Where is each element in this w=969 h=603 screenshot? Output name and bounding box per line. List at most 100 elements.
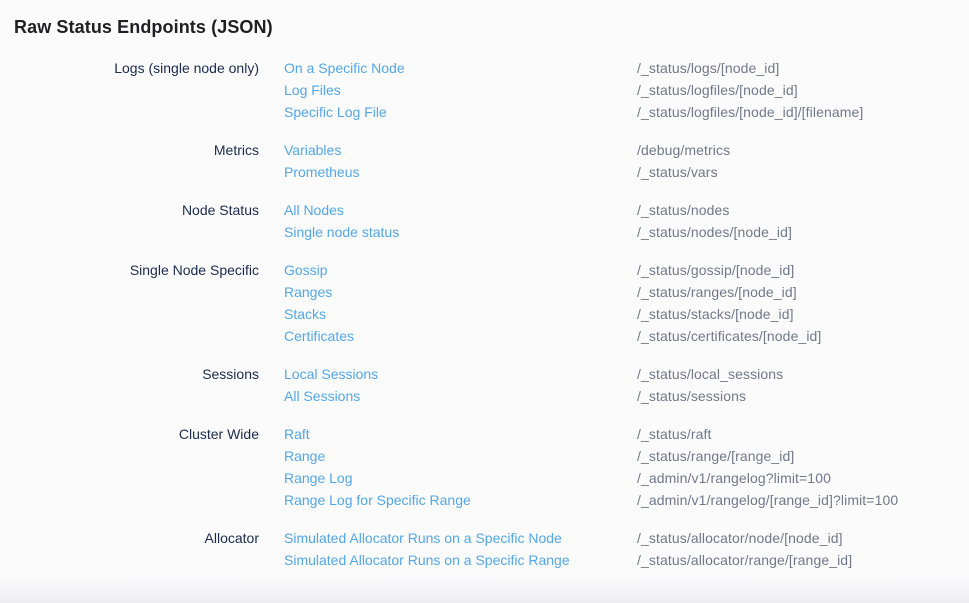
endpoint-row: Stacks /_status/stacks/[node_id] bbox=[259, 303, 955, 325]
endpoint-section: Single Node Specific Gossip /_status/gos… bbox=[14, 259, 955, 347]
endpoint-link-cell: All Sessions bbox=[259, 385, 637, 407]
section-label: Logs (single node only) bbox=[14, 57, 259, 79]
endpoint-path: /debug/metrics bbox=[637, 139, 955, 161]
endpoint-link[interactable]: Range Log for Specific Range bbox=[284, 492, 471, 508]
endpoint-path: /_status/sessions bbox=[637, 385, 955, 407]
endpoint-path: /_status/local_sessions bbox=[637, 363, 955, 385]
endpoint-link[interactable]: Simulated Allocator Runs on a Specific R… bbox=[284, 552, 570, 568]
endpoint-path: /_admin/v1/rangelog/[range_id]?limit=100 bbox=[637, 489, 955, 511]
endpoint-link-cell: Single node status bbox=[259, 221, 637, 243]
footer-fade bbox=[0, 573, 969, 603]
section-label: Single Node Specific bbox=[14, 259, 259, 281]
endpoint-link-cell: Ranges bbox=[259, 281, 637, 303]
endpoint-link-cell: Stacks bbox=[259, 303, 637, 325]
endpoint-link-cell: Simulated Allocator Runs on a Specific N… bbox=[259, 527, 637, 549]
endpoint-link[interactable]: Range Log bbox=[284, 470, 353, 486]
debug-endpoints-page: Raw Status Endpoints (JSON) Logs (single… bbox=[0, 0, 969, 603]
endpoint-row: Range /_status/range/[range_id] bbox=[259, 445, 955, 467]
endpoint-link-cell: Prometheus bbox=[259, 161, 637, 183]
endpoint-link[interactable]: Prometheus bbox=[284, 164, 359, 180]
endpoint-link[interactable]: Raft bbox=[284, 426, 310, 442]
section-rows: Simulated Allocator Runs on a Specific N… bbox=[259, 527, 955, 571]
endpoint-link[interactable]: Log Files bbox=[284, 82, 341, 98]
endpoint-link-cell: Log Files bbox=[259, 79, 637, 101]
endpoint-section: Cluster Wide Raft /_status/raft Range /_… bbox=[14, 423, 955, 511]
endpoint-link[interactable]: On a Specific Node bbox=[284, 60, 405, 76]
endpoint-section: Node Status All Nodes /_status/nodes Sin… bbox=[14, 199, 955, 243]
endpoint-path: /_admin/v1/rangelog?limit=100 bbox=[637, 467, 955, 489]
page-title: Raw Status Endpoints (JSON) bbox=[14, 14, 955, 40]
endpoint-path: /_status/certificates/[node_id] bbox=[637, 325, 955, 347]
endpoint-link[interactable]: All Sessions bbox=[284, 388, 360, 404]
endpoint-path: /_status/logfiles/[node_id] bbox=[637, 79, 955, 101]
endpoint-link[interactable]: Variables bbox=[284, 142, 341, 158]
endpoint-link[interactable]: Stacks bbox=[284, 306, 326, 322]
endpoint-path: /_status/stacks/[node_id] bbox=[637, 303, 955, 325]
endpoint-sections: Logs (single node only) On a Specific No… bbox=[14, 57, 955, 571]
endpoint-row: Gossip /_status/gossip/[node_id] bbox=[259, 259, 955, 281]
endpoint-row: Ranges /_status/ranges/[node_id] bbox=[259, 281, 955, 303]
endpoint-section: Sessions Local Sessions /_status/local_s… bbox=[14, 363, 955, 407]
endpoint-row: Simulated Allocator Runs on a Specific N… bbox=[259, 527, 955, 549]
endpoint-path: /_status/range/[range_id] bbox=[637, 445, 955, 467]
endpoint-link[interactable]: Specific Log File bbox=[284, 104, 387, 120]
endpoint-row: On a Specific Node /_status/logs/[node_i… bbox=[259, 57, 955, 79]
endpoint-link-cell: On a Specific Node bbox=[259, 57, 637, 79]
endpoint-path: /_status/gossip/[node_id] bbox=[637, 259, 955, 281]
endpoint-path: /_status/nodes bbox=[637, 199, 955, 221]
endpoint-link-cell: Raft bbox=[259, 423, 637, 445]
endpoint-row: Simulated Allocator Runs on a Specific R… bbox=[259, 549, 955, 571]
section-label: Metrics bbox=[14, 139, 259, 161]
endpoint-link-cell: Range Log bbox=[259, 467, 637, 489]
endpoint-row: Specific Log File /_status/logfiles/[nod… bbox=[259, 101, 955, 123]
section-label: Sessions bbox=[14, 363, 259, 385]
section-label: Node Status bbox=[14, 199, 259, 221]
endpoint-link-cell: Gossip bbox=[259, 259, 637, 281]
section-rows: Local Sessions /_status/local_sessions A… bbox=[259, 363, 955, 407]
endpoint-path: /_status/logfiles/[node_id]/[filename] bbox=[637, 101, 955, 123]
endpoint-row: All Sessions /_status/sessions bbox=[259, 385, 955, 407]
endpoint-row: Range Log /_admin/v1/rangelog?limit=100 bbox=[259, 467, 955, 489]
endpoint-section: Allocator Simulated Allocator Runs on a … bbox=[14, 527, 955, 571]
endpoint-row: Log Files /_status/logfiles/[node_id] bbox=[259, 79, 955, 101]
endpoint-row: Prometheus /_status/vars bbox=[259, 161, 955, 183]
endpoint-path: /_status/ranges/[node_id] bbox=[637, 281, 955, 303]
endpoint-row: Single node status /_status/nodes/[node_… bbox=[259, 221, 955, 243]
endpoint-link[interactable]: Single node status bbox=[284, 224, 399, 240]
endpoint-row: Certificates /_status/certificates/[node… bbox=[259, 325, 955, 347]
endpoint-row: Range Log for Specific Range /_admin/v1/… bbox=[259, 489, 955, 511]
endpoint-row: Variables /debug/metrics bbox=[259, 139, 955, 161]
endpoint-link[interactable]: Certificates bbox=[284, 328, 354, 344]
endpoint-link-cell: Range Log for Specific Range bbox=[259, 489, 637, 511]
endpoint-link-cell: Specific Log File bbox=[259, 101, 637, 123]
endpoint-link-cell: All Nodes bbox=[259, 199, 637, 221]
section-rows: Variables /debug/metrics Prometheus /_st… bbox=[259, 139, 955, 183]
endpoint-link[interactable]: Simulated Allocator Runs on a Specific N… bbox=[284, 530, 562, 546]
endpoint-section: Logs (single node only) On a Specific No… bbox=[14, 57, 955, 123]
endpoint-path: /_status/nodes/[node_id] bbox=[637, 221, 955, 243]
endpoint-path: /_status/allocator/node/[node_id] bbox=[637, 527, 955, 549]
endpoint-path: /_status/raft bbox=[637, 423, 955, 445]
endpoint-path: /_status/allocator/range/[range_id] bbox=[637, 549, 955, 571]
endpoint-section: Metrics Variables /debug/metrics Prometh… bbox=[14, 139, 955, 183]
endpoint-link-cell: Simulated Allocator Runs on a Specific R… bbox=[259, 549, 637, 571]
section-label: Cluster Wide bbox=[14, 423, 259, 445]
endpoint-row: All Nodes /_status/nodes bbox=[259, 199, 955, 221]
endpoint-row: Raft /_status/raft bbox=[259, 423, 955, 445]
endpoint-path: /_status/vars bbox=[637, 161, 955, 183]
endpoint-link-cell: Range bbox=[259, 445, 637, 467]
endpoint-path: /_status/logs/[node_id] bbox=[637, 57, 955, 79]
section-rows: Raft /_status/raft Range /_status/range/… bbox=[259, 423, 955, 511]
endpoint-link[interactable]: All Nodes bbox=[284, 202, 344, 218]
endpoint-link[interactable]: Ranges bbox=[284, 284, 332, 300]
endpoint-link[interactable]: Local Sessions bbox=[284, 366, 378, 382]
endpoint-row: Local Sessions /_status/local_sessions bbox=[259, 363, 955, 385]
endpoint-link[interactable]: Range bbox=[284, 448, 325, 464]
endpoint-link-cell: Variables bbox=[259, 139, 637, 161]
section-label: Allocator bbox=[14, 527, 259, 549]
endpoint-link-cell: Certificates bbox=[259, 325, 637, 347]
section-rows: Gossip /_status/gossip/[node_id] Ranges … bbox=[259, 259, 955, 347]
section-rows: On a Specific Node /_status/logs/[node_i… bbox=[259, 57, 955, 123]
endpoint-link[interactable]: Gossip bbox=[284, 262, 328, 278]
endpoint-link-cell: Local Sessions bbox=[259, 363, 637, 385]
